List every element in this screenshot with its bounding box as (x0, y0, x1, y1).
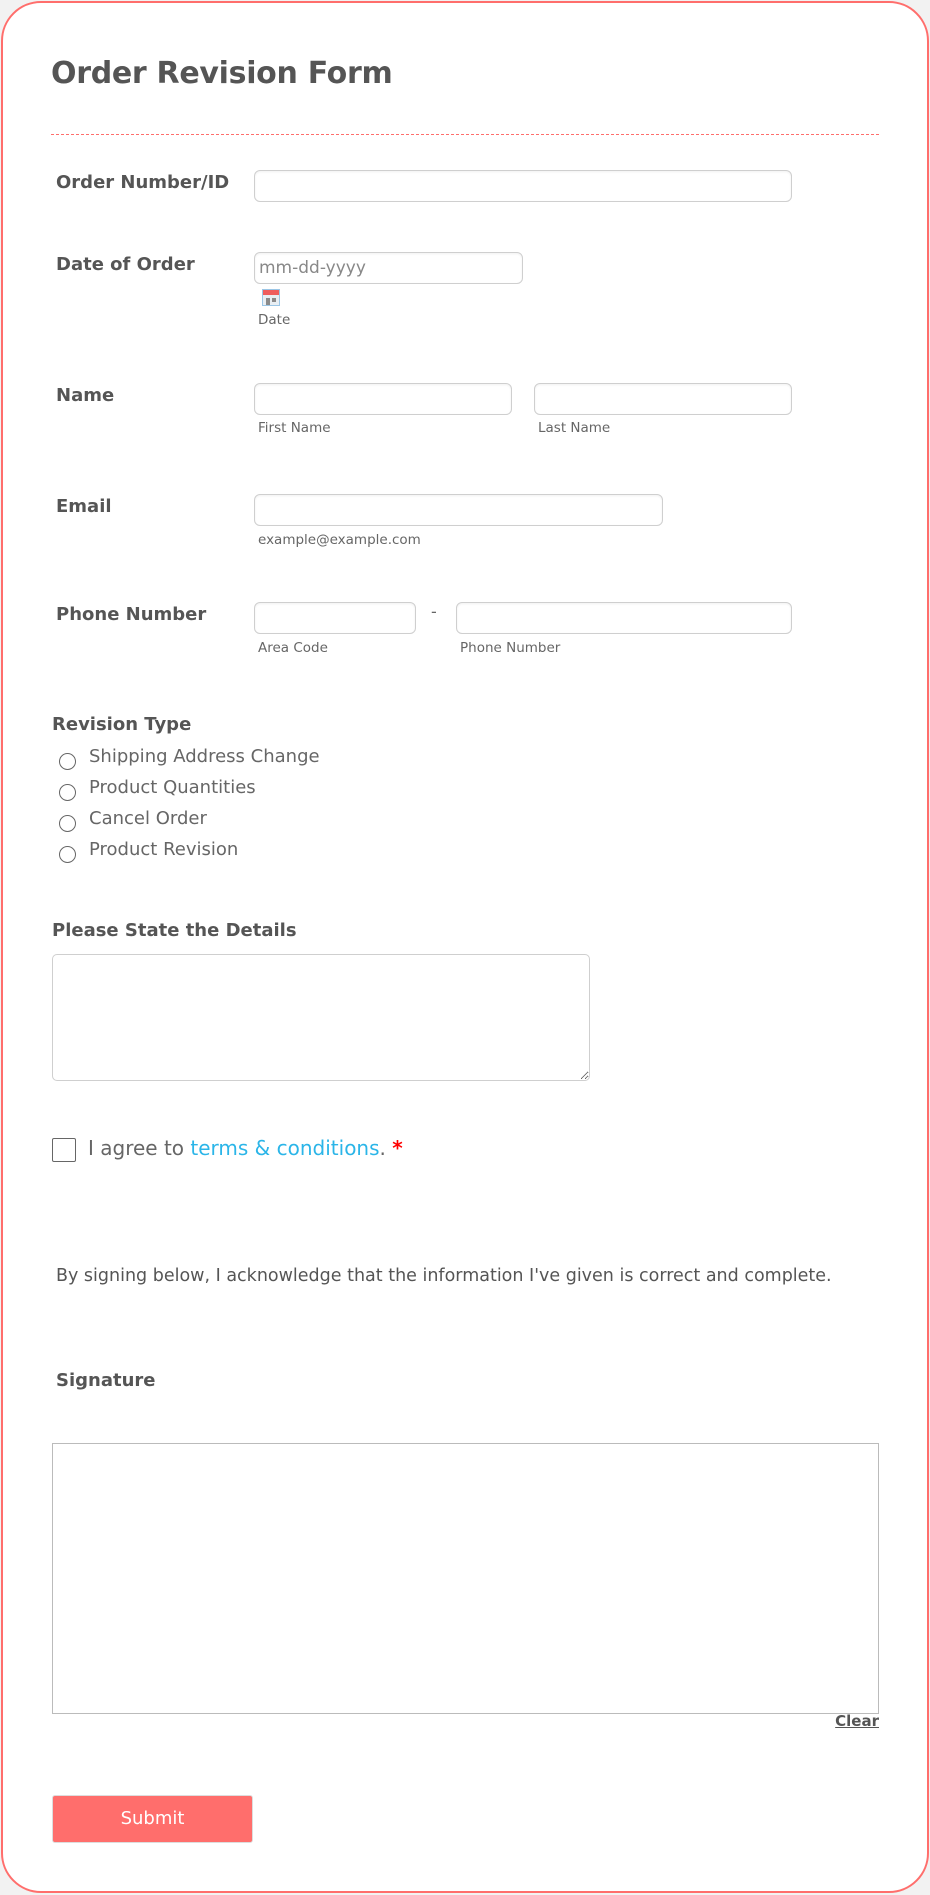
radio-label: Product Quantities (89, 777, 256, 798)
area-code-input[interactable] (254, 602, 416, 634)
radio-option-product-quantities[interactable]: Product Quantities (52, 777, 352, 803)
signature-clear-link[interactable]: Clear (835, 1712, 879, 1730)
revision-type-label: Revision Type (52, 714, 192, 735)
acknowledgement-text: By signing below, I acknowledge that the… (56, 1266, 832, 1286)
email-label: Email (56, 496, 112, 517)
radio-option-cancel-order[interactable]: Cancel Order (52, 808, 352, 834)
order-number-input[interactable] (254, 170, 792, 202)
order-number-label: Order Number/ID (56, 172, 230, 193)
date-input[interactable] (254, 252, 523, 284)
last-name-sublabel: Last Name (538, 420, 611, 436)
area-code-sublabel: Area Code (258, 640, 328, 656)
required-asterisk: * (392, 1136, 403, 1160)
first-name-sublabel: First Name (258, 420, 331, 436)
email-sublabel: example@example.com (258, 532, 421, 548)
name-label: Name (56, 385, 115, 406)
terms-checkbox[interactable] (52, 1138, 76, 1162)
terms-prefix: I agree to (88, 1136, 191, 1160)
phone-label: Phone Number (56, 604, 207, 625)
email-input[interactable] (254, 494, 663, 526)
details-label: Please State the Details (52, 920, 297, 941)
last-name-input[interactable] (534, 383, 792, 415)
phone-number-sublabel: Phone Number (460, 640, 561, 656)
radio-label: Product Revision (89, 839, 239, 860)
terms-agree-text: I agree to terms & conditions. * (88, 1136, 403, 1160)
radio-label: Cancel Order (89, 808, 207, 829)
radio-button[interactable] (59, 784, 76, 801)
title-divider (51, 134, 879, 135)
date-of-order-label: Date of Order (56, 254, 195, 275)
details-textarea[interactable] (52, 954, 590, 1081)
radio-label: Shipping Address Change (89, 746, 320, 767)
terms-link[interactable]: terms & conditions (190, 1136, 379, 1160)
radio-button[interactable] (59, 815, 76, 832)
radio-button[interactable] (59, 846, 76, 863)
date-sublabel: Date (258, 312, 291, 328)
phone-separator: - (431, 602, 437, 621)
terms-suffix: . (379, 1136, 386, 1160)
signature-pad[interactable] (52, 1443, 879, 1714)
radio-button[interactable] (59, 753, 76, 770)
phone-number-input[interactable] (456, 602, 792, 634)
form-title: Order Revision Form (51, 56, 393, 91)
calendar-icon[interactable] (262, 289, 280, 306)
radio-option-shipping-address-change[interactable]: Shipping Address Change (52, 746, 352, 772)
radio-option-product-revision[interactable]: Product Revision (52, 839, 352, 865)
submit-button[interactable]: Submit (52, 1795, 253, 1843)
signature-label: Signature (56, 1370, 156, 1391)
first-name-input[interactable] (254, 383, 512, 415)
